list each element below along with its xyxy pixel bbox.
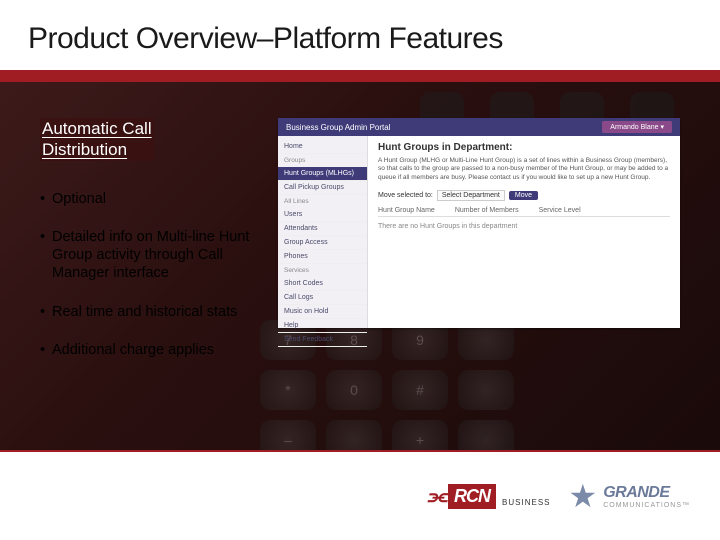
rcn-logo: ⫘ RCN BUSINESS: [427, 483, 550, 509]
nav-groups: Groups: [278, 154, 367, 167]
nav-all-lines: All Lines: [278, 195, 367, 208]
portal-toolbar: Move selected to: Select Department Move: [378, 190, 670, 201]
nav-short-codes: Short Codes: [278, 277, 367, 291]
rcn-text: RCN: [448, 484, 496, 509]
portal-description: A Hunt Group (MLHG or Multi-Line Hunt Gr…: [378, 157, 670, 182]
footer: ⫘ RCN BUSINESS ★ GRANDE COMMUNICATIONS™: [0, 450, 720, 540]
dept-select: Select Department: [437, 190, 505, 201]
nav-group-access: Group Access: [278, 236, 367, 250]
bullet-list: •Optional •Detailed info on Multi-line H…: [40, 190, 270, 379]
move-label: Move selected to:: [378, 192, 433, 199]
move-button: Move: [509, 191, 538, 200]
nav-call-pickup: Call Pickup Groups: [278, 181, 367, 195]
bullet-item: •Detailed info on Multi-line Hunt Group …: [40, 228, 270, 282]
rcn-swoosh-icon: ⫘: [427, 483, 446, 509]
portal-title: Business Group Admin Portal: [286, 123, 391, 132]
col-members: Number of Members: [455, 207, 519, 214]
portal-heading: Hunt Groups in Department:: [378, 142, 670, 153]
star-icon: ★: [569, 480, 598, 512]
nav-call-logs: Call Logs: [278, 291, 367, 305]
portal-main: Hunt Groups in Department: A Hunt Group …: [368, 136, 680, 328]
bullet-item: •Additional charge applies: [40, 341, 270, 359]
subtitle-line2: Distribution: [42, 140, 127, 159]
table-empty-message: There are no Hunt Groups in this departm…: [378, 217, 670, 230]
grande-logo: ★ GRANDE COMMUNICATIONS™: [569, 480, 691, 512]
col-name: Hunt Group Name: [378, 207, 435, 214]
title-bar: Product Overview–Platform Features: [0, 0, 720, 78]
admin-portal-screenshot: Business Group Admin Portal Armando Blan…: [278, 118, 680, 328]
nav-hunt-groups: Hunt Groups (MLHGs): [278, 167, 367, 181]
table-header: Hunt Group Name Number of Members Servic…: [378, 207, 670, 217]
grande-text: GRANDE: [603, 484, 690, 502]
nav-attendants: Attendants: [278, 222, 367, 236]
portal-header: Business Group Admin Portal Armando Blan…: [278, 118, 680, 136]
subtitle: Automatic Call Distribution: [40, 118, 154, 161]
background-photo: New Calls Messages Directories 789 *0# –…: [0, 82, 720, 450]
red-stripe: [0, 70, 720, 82]
col-service: Service Level: [539, 207, 581, 214]
bullet-item: •Optional: [40, 190, 270, 208]
subtitle-line1: Automatic Call: [42, 119, 152, 138]
slide-title: Product Overview–Platform Features: [28, 22, 503, 56]
nav-help: Help: [278, 319, 367, 333]
portal-user-menu: Armando Blane ▾: [602, 121, 672, 133]
nav-services: Services: [278, 264, 367, 277]
portal-sidebar: Home Groups Hunt Groups (MLHGs) Call Pic…: [278, 136, 368, 328]
nav-home: Home: [278, 140, 367, 154]
nav-phones: Phones: [278, 250, 367, 264]
rcn-subtext: BUSINESS: [502, 498, 550, 507]
nav-users: Users: [278, 208, 367, 222]
nav-music-hold: Music on Hold: [278, 305, 367, 319]
bullet-item: •Real time and historical stats: [40, 303, 270, 321]
grande-subtext: COMMUNICATIONS™: [603, 502, 690, 509]
nav-feedback: Send Feedback: [278, 333, 367, 347]
